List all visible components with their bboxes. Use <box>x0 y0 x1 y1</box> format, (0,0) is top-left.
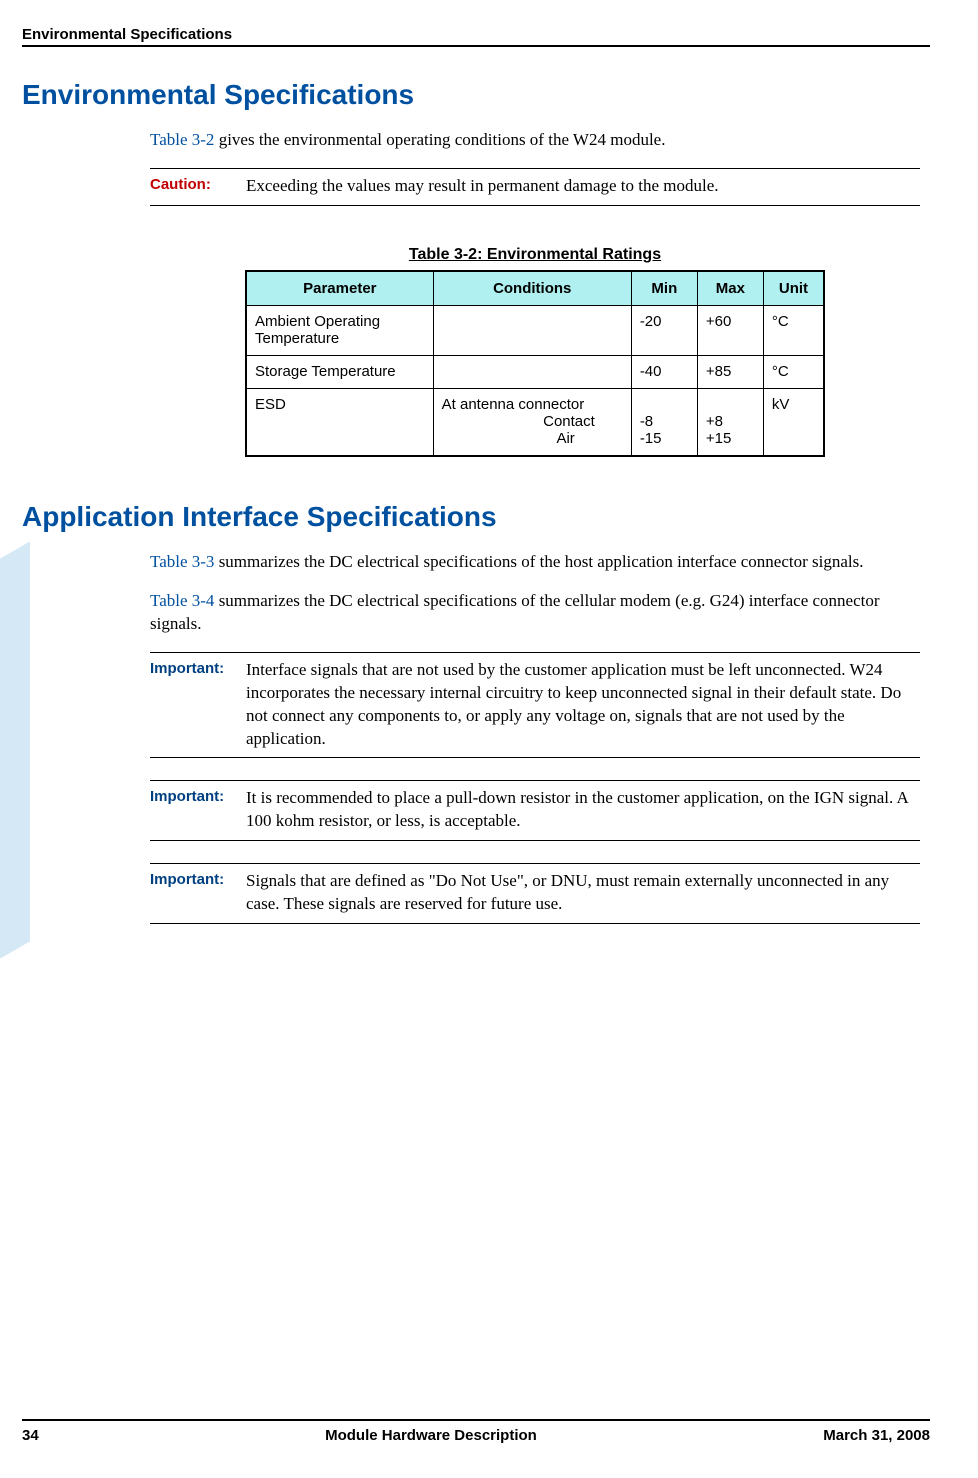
important-label: Important: <box>150 659 246 751</box>
cell-cond <box>433 355 631 388</box>
link-table-3-4[interactable]: Table 3-4 <box>150 591 214 610</box>
important-block-3: Important: Signals that are defined as "… <box>150 863 920 924</box>
cell-min: -40 <box>631 355 697 388</box>
env-intro-paragraph: Table 3-2 gives the environmental operat… <box>150 129 920 152</box>
page-footer: 34 Module Hardware Description March 31,… <box>22 1419 930 1444</box>
caution-block: Caution: Exceeding the values may result… <box>150 168 920 206</box>
app-p2-text: summarizes the DC electrical specificati… <box>150 591 880 633</box>
footer-title: Module Hardware Description <box>325 1427 537 1444</box>
table-row: ESD At antenna connector Contact Air -8 … <box>246 388 824 456</box>
th-max: Max <box>697 271 763 306</box>
important-label: Important: <box>150 787 246 833</box>
cell-cond: At antenna connector Contact Air <box>433 388 631 456</box>
table-header-row: Parameter Conditions Min Max Unit <box>246 271 824 306</box>
footer-rule <box>22 1419 930 1421</box>
important-label: Important: <box>150 870 246 916</box>
footer-page-number: 34 <box>22 1427 39 1444</box>
link-table-3-3[interactable]: Table 3-3 <box>150 552 214 571</box>
env-ratings-table: Parameter Conditions Min Max Unit Ambien… <box>245 270 825 457</box>
footer-date: March 31, 2008 <box>823 1427 930 1444</box>
running-head: Environmental Specifications <box>22 26 930 43</box>
th-unit: Unit <box>763 271 824 306</box>
cell-param: Ambient Operating Temperature <box>246 305 433 355</box>
important-text-2: It is recommended to place a pull-down r… <box>246 787 920 833</box>
cell-max: +8 +15 <box>697 388 763 456</box>
link-table-3-2[interactable]: Table 3-2 <box>150 130 214 149</box>
important-block-2: Important: It is recommended to place a … <box>150 780 920 841</box>
app-p1: Table 3-3 summarizes the DC electrical s… <box>150 551 920 574</box>
cell-unit: °C <box>763 355 824 388</box>
cell-max: +85 <box>697 355 763 388</box>
th-min: Min <box>631 271 697 306</box>
cell-cond <box>433 305 631 355</box>
cell-max: +60 <box>697 305 763 355</box>
th-conditions: Conditions <box>433 271 631 306</box>
table-row: Ambient Operating Temperature -20 +60 °C <box>246 305 824 355</box>
caution-label: Caution: <box>150 175 246 198</box>
important-block-1: Important: Interface signals that are no… <box>150 652 920 759</box>
table-row: Storage Temperature -40 +85 °C <box>246 355 824 388</box>
cell-min: -8 -15 <box>631 388 697 456</box>
env-intro-text: gives the environmental operating condit… <box>214 130 665 149</box>
app-p1-text: summarizes the DC electrical specificati… <box>214 552 863 571</box>
caution-text: Exceeding the values may result in perma… <box>246 175 719 198</box>
table-3-2-caption: Table 3-2: Environmental Ratings <box>150 246 920 264</box>
important-text-3: Signals that are defined as "Do Not Use"… <box>246 870 920 916</box>
section-env-spec-title: Environmental Specifications <box>22 79 930 111</box>
cell-unit: kV <box>763 388 824 456</box>
th-parameter: Parameter <box>246 271 433 306</box>
cell-min: -20 <box>631 305 697 355</box>
cell-param: ESD <box>246 388 433 456</box>
important-text-1: Interface signals that are not used by t… <box>246 659 920 751</box>
cell-param: Storage Temperature <box>246 355 433 388</box>
app-p2: Table 3-4 summarizes the DC electrical s… <box>150 590 920 636</box>
section-app-interface-title: Application Interface Specifications <box>22 501 930 533</box>
cell-unit: °C <box>763 305 824 355</box>
header-rule <box>22 45 930 47</box>
